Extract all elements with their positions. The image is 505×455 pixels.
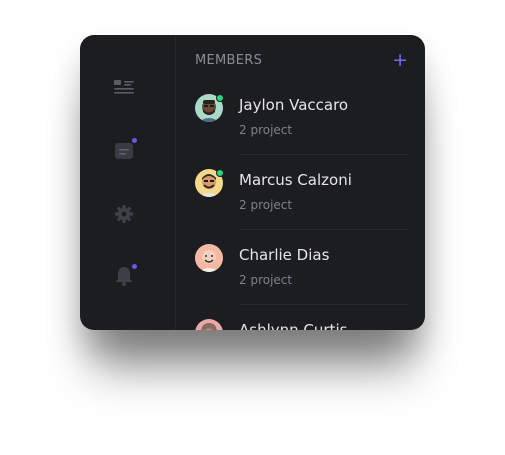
- sidebar-item-notifications[interactable]: [110, 262, 138, 290]
- avatar: [195, 244, 223, 272]
- sidebar: [80, 35, 176, 330]
- member-name: Marcus Calzoni: [239, 171, 352, 189]
- online-status-indicator: [216, 169, 224, 177]
- sidebar-item-chat[interactable]: [110, 137, 138, 165]
- members-section: MEMBERS + Jaylon Vaccaro 2 project Marcu…: [195, 35, 408, 330]
- chat-badge: [132, 138, 137, 143]
- list-item[interactable]: Charlie Dias 2 project: [195, 230, 408, 305]
- bell-icon: [114, 265, 134, 287]
- sidebar-item-settings[interactable]: [110, 200, 138, 228]
- section-title: MEMBERS: [195, 53, 263, 68]
- list-item[interactable]: Ashlynn Curtis: [195, 305, 408, 330]
- chat-icon: [114, 141, 134, 161]
- member-list: Jaylon Vaccaro 2 project Marcus Calzoni …: [195, 80, 408, 330]
- section-header: MEMBERS +: [195, 50, 408, 71]
- member-project-count: 2 project: [239, 273, 293, 287]
- member-name: Ashlynn Curtis: [239, 321, 348, 330]
- avatar: [195, 319, 223, 330]
- sidebar-item-list[interactable]: [110, 73, 138, 101]
- list-icon: [114, 79, 134, 95]
- member-project-count: 2 project: [239, 123, 293, 137]
- notification-badge: [132, 264, 137, 269]
- member-name: Charlie Dias: [239, 246, 330, 264]
- member-project-count: 2 project: [239, 198, 293, 212]
- gear-icon: [114, 204, 134, 224]
- add-member-button[interactable]: +: [392, 50, 408, 70]
- online-status-indicator: [216, 94, 224, 102]
- member-name: Jaylon Vaccaro: [239, 96, 349, 114]
- members-panel: MEMBERS + Jaylon Vaccaro 2 project Marcu…: [80, 35, 425, 330]
- list-item[interactable]: Jaylon Vaccaro 2 project: [195, 80, 408, 155]
- list-item[interactable]: Marcus Calzoni 2 project: [195, 155, 408, 230]
